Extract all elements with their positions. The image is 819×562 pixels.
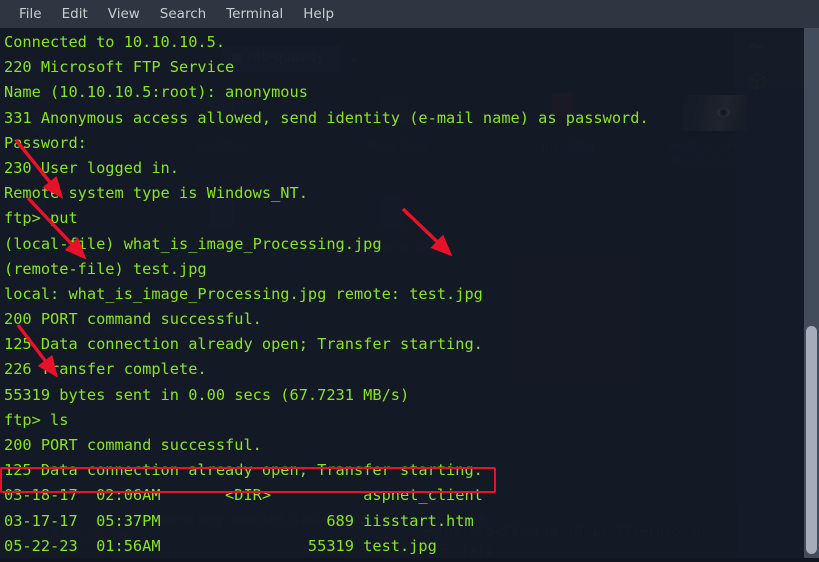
terminal-line: Remote system type is Windows_NT.: [4, 184, 308, 203]
listing-row: 03-17-17 05:37PM 689 iisstart.htm: [4, 511, 474, 530]
terminal-line: 230 User logged in.: [4, 158, 179, 177]
menu-item-file[interactable]: File: [9, 0, 52, 28]
terminal-line: Password:: [4, 133, 87, 152]
terminal-vertical-scrollbar[interactable]: [804, 28, 819, 562]
terminal-line: 220 Microsoft FTP Service: [4, 58, 235, 77]
terminal-line-list: Connected to 10.10.10.5. 220 Microsoft F…: [4, 30, 804, 562]
terminal-line: 200 PORT command successful.: [4, 310, 262, 329]
terminal-line-bytes-sent: 55319 bytes sent in 0.00 secs (67.7231 M…: [4, 385, 410, 404]
scrollbar-thumb[interactable]: [806, 326, 817, 554]
terminal-output-area[interactable]: Connected to 10.10.10.5. 220 Microsoft F…: [0, 28, 804, 562]
menu-item-search[interactable]: Search: [150, 0, 216, 28]
menu-item-edit[interactable]: Edit: [52, 0, 98, 28]
listing-row: 03-18-17 02:06AM <DIR> aspnet_client: [4, 486, 483, 505]
terminal-line: (remote-file) test.jpg: [4, 259, 207, 278]
terminal-line-command-put: ftp> put: [4, 209, 78, 228]
terminal-line: 200 PORT command successful.: [4, 436, 262, 454]
terminal-line: 226 Transfer complete.: [4, 360, 207, 379]
menu-item-view[interactable]: View: [98, 0, 150, 28]
terminal-line: 125 Data connection already open; Transf…: [4, 461, 483, 480]
terminal-line: Name (10.10.10.5:root): anonymous: [4, 83, 308, 102]
terminal-window: ← N htb-quizzity ▸ Computer htb-quizzity…: [0, 0, 819, 562]
terminal-line: Connected to 10.10.10.5.: [4, 33, 226, 51]
menu-item-terminal[interactable]: Terminal: [216, 0, 293, 28]
window-bottom-edge: [0, 558, 819, 562]
terminal-line: 125 Data connection already open; Transf…: [4, 335, 483, 354]
menu-bar: File Edit View Search Terminal Help: [0, 0, 819, 28]
terminal-line: (local-file) what_is_image_Processing.jp…: [4, 234, 382, 253]
terminal-line-local-remote: local: what_is_image_Processing.jpg remo…: [4, 284, 483, 303]
terminal-line: 331 Anonymous access allowed, send ident…: [4, 108, 649, 127]
listing-row-test-jpg: 05-22-23 01:56AM 55319 test.jpg: [4, 536, 437, 555]
terminal-line-command-ls: ftp> ls: [4, 410, 69, 429]
menu-item-help[interactable]: Help: [293, 0, 344, 28]
